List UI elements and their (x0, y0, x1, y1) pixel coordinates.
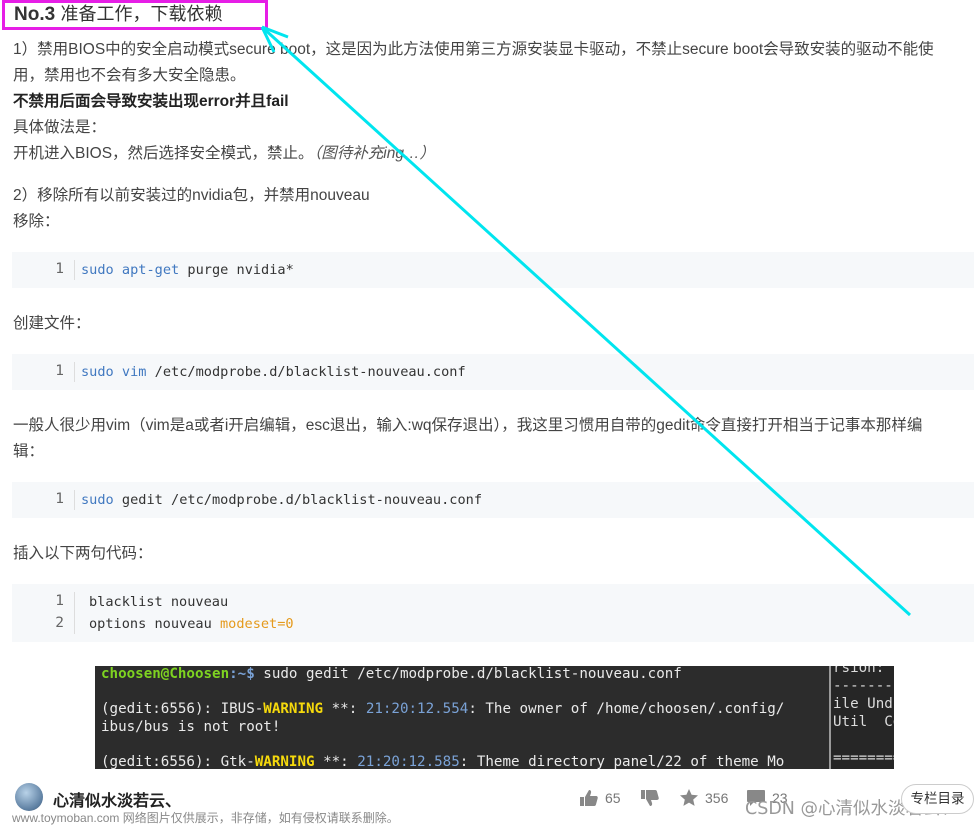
remove-label: 移除： (13, 213, 60, 230)
author-name[interactable]: 心清似水淡若云、 (53, 787, 181, 811)
avatar[interactable] (15, 783, 43, 811)
terminal-line: (gedit:6556): IBUS-WARNING **: 21:20:12.… (101, 701, 784, 717)
thumbs-down-icon[interactable] (640, 789, 660, 807)
warning-text: 不禁用后面会导致安装出现error并且fail (13, 93, 289, 110)
thumbs-up-icon[interactable] (579, 789, 599, 807)
gutter-divider (74, 592, 75, 634)
line-number: 1 (55, 363, 64, 379)
code-line: sudo vim /etc/modprobe.d/blacklist-nouve… (81, 364, 466, 380)
terminal-prompt-line: choosen@Choosen:~$ sudo gedit /etc/modpr… (101, 666, 682, 682)
code-text: options nouveau (89, 616, 220, 632)
terminal-line: ibus/bus is not root! (101, 719, 281, 735)
method-label: 具体做法是： (13, 119, 107, 136)
insert-code-label: 插入以下两句代码： (13, 545, 153, 562)
side-text: ile Und (833, 696, 893, 712)
terminal-line: (gedit:6556): Gtk-WARNING **: 21:20:12.5… (101, 754, 784, 769)
gutter-divider (74, 362, 75, 382)
create-file-label: 创建文件： (13, 315, 91, 332)
paragraph-bios-line2: 用，禁用也不会有多大安全隐患。 (13, 67, 246, 84)
method-steps: 开机进入BIOS，然后选择安全模式，禁止。 (13, 145, 314, 162)
favorite-count: 356 (705, 790, 729, 806)
log-source: (gedit:6556): Gtk- (101, 754, 255, 769)
side-text: rsion: (833, 666, 885, 676)
prompt-path: :~$ (229, 666, 255, 682)
terminal-side-pane: rsion: ------- ile Und Util Co ======== (829, 666, 894, 769)
method-text: 开机进入BIOS，然后选择安全模式，禁止。（图待补充ing…） (13, 141, 435, 167)
code-keyword: sudo vim (81, 364, 147, 380)
code-block-gedit[interactable]: 1 sudo gedit /etc/modprobe.d/blacklist-n… (12, 482, 974, 518)
log-sep: **: (314, 754, 358, 769)
side-text: Util Co (833, 714, 894, 730)
log-message: : The owner of /home/choosen/.config/ (468, 701, 785, 717)
section-title: 准备工作，下载依赖 (60, 4, 223, 25)
code-attribute: modeset=0 (219, 616, 294, 632)
paragraph-bios-line1: 1）禁用BIOS中的安全启动模式secure boot，这是因为此方法使用第三方… (13, 41, 934, 58)
warning-tag: WARNING (254, 754, 315, 769)
code-block-purge[interactable]: 1 sudo apt-get purge nvidia* (12, 252, 974, 288)
paragraph-remove-nvidia: 2）移除所有以前安装过的nvidia包，并禁用nouveau (13, 187, 370, 204)
gutter-divider (74, 260, 75, 280)
code-line: sudo apt-get purge nvidia* (81, 262, 294, 278)
log-time: 21:20:12.585 (357, 754, 460, 769)
bottom-toolbar: 心清似水淡若云、 65 356 23 CSDN @心清似水淡若云、 专栏目录 w… (0, 770, 978, 825)
line-number: 1 (55, 491, 64, 507)
site-watermark: www.toymoban.com 网络图片仅供展示，非存储，如有侵权请联系删除。 (12, 811, 399, 825)
warning-tag: WARNING (263, 701, 324, 717)
star-favorite-icon[interactable] (679, 789, 699, 807)
log-sep: **: (323, 701, 366, 717)
side-text: ------- (833, 678, 893, 694)
code-line: options nouveau modeset=0 (89, 616, 294, 632)
log-message: : Theme directory panel/22 of theme Mo (459, 754, 785, 769)
code-line: sudo gedit /etc/modprobe.d/blacklist-nou… (81, 492, 482, 508)
terminal-output: choosen@Choosen:~$ sudo gedit /etc/modpr… (95, 666, 825, 769)
code-keyword: sudo (81, 492, 114, 508)
code-keyword: sudo apt-get (81, 262, 180, 278)
log-source: (gedit:6556): IBUS- (101, 701, 264, 717)
paragraph-gedit-line2: 辑： (13, 443, 45, 460)
code-args: gedit /etc/modprobe.d/blacklist-nouveau.… (113, 492, 483, 508)
code-args: purge nvidia* (179, 262, 294, 278)
line-number: 1 (55, 593, 64, 609)
toc-button[interactable]: 专栏目录 (901, 784, 974, 814)
code-block-vim[interactable]: 1 sudo vim /etc/modprobe.d/blacklist-nou… (12, 354, 974, 390)
side-text: ======== (833, 750, 894, 766)
code-line: blacklist nouveau (89, 594, 229, 610)
code-args: /etc/modprobe.d/blacklist-nouveau.conf (146, 364, 466, 380)
gutter-divider (74, 490, 75, 510)
pending-note: （图待补充ing…） (313, 145, 435, 162)
section-heading: No.3 准备工作，下载依赖 (2, 0, 268, 30)
section-number: No.3 (14, 4, 56, 25)
line-number: 1 (55, 261, 64, 277)
prompt-command: sudo gedit /etc/modprobe.d/blacklist-nou… (254, 666, 682, 682)
line-number: 2 (55, 615, 64, 631)
prompt-user: choosen@Choosen (101, 666, 230, 682)
like-count: 65 (605, 790, 621, 806)
code-block-blacklist[interactable]: 1 2 blacklist nouveau options nouveau mo… (12, 584, 974, 642)
terminal-screenshot: choosen@Choosen:~$ sudo gedit /etc/modpr… (95, 666, 894, 769)
log-time: 21:20:12.554 (365, 701, 469, 717)
paragraph-gedit-line1: 一般人很少用vim（vim是a或者i开启编辑，esc退出，输入:wq保存退出），… (13, 417, 923, 434)
